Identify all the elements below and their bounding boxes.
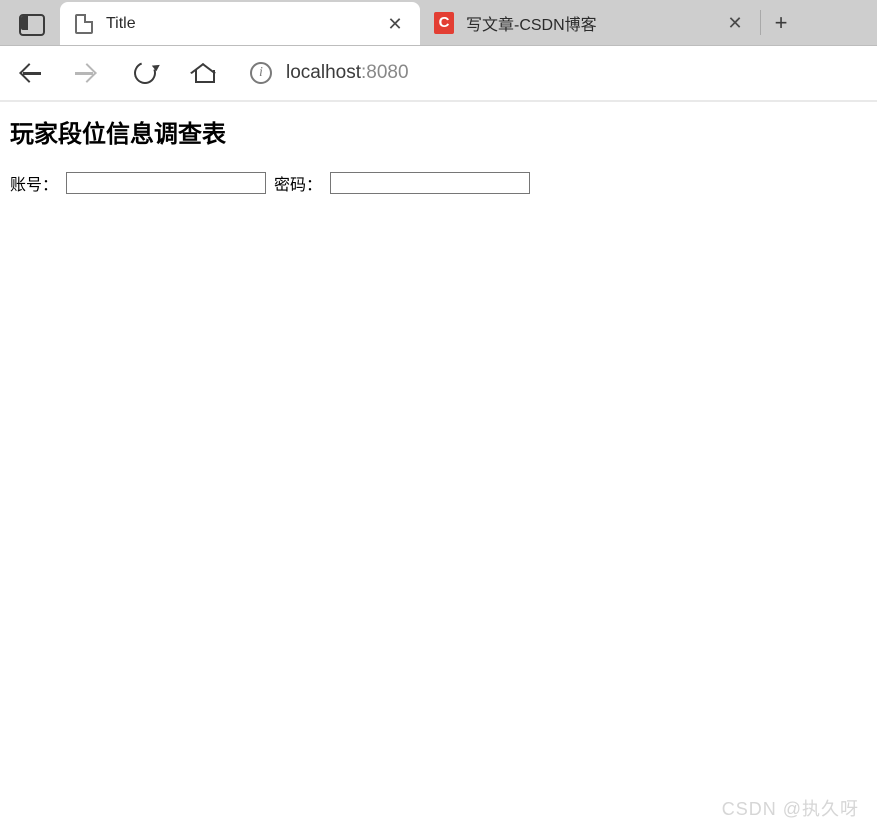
home-icon	[192, 63, 214, 83]
page-icon	[74, 14, 94, 34]
back-button[interactable]	[12, 56, 46, 90]
url-host: localhost	[286, 62, 361, 83]
password-label: 密码：	[274, 171, 322, 195]
close-icon[interactable]: ✕	[724, 14, 746, 32]
plus-icon: +	[775, 10, 788, 36]
browser-toolbar: i localhost:8080	[0, 46, 877, 102]
refresh-icon	[130, 58, 159, 87]
account-input[interactable]	[66, 172, 266, 194]
password-input[interactable]	[330, 172, 530, 194]
new-tab-button[interactable]: +	[761, 0, 801, 45]
tab-title: 写文章-CSDN博客	[466, 11, 712, 35]
tab-inactive[interactable]: C 写文章-CSDN博客 ✕	[420, 0, 760, 45]
tab-actions-icon	[19, 14, 41, 32]
tab-actions-button[interactable]	[0, 0, 60, 45]
close-icon[interactable]: ✕	[384, 15, 406, 33]
account-label: 账号：	[10, 171, 58, 195]
csdn-favicon-icon: C	[434, 13, 454, 33]
page-title: 玩家段位信息调查表	[10, 114, 867, 149]
page-content: 玩家段位信息调查表 账号： 密码：	[0, 102, 877, 207]
arrow-right-icon	[77, 63, 97, 83]
url-text: localhost:8080	[286, 62, 409, 84]
refresh-button[interactable]	[128, 56, 162, 90]
url-port: :8080	[361, 62, 409, 83]
form-row: 账号： 密码：	[10, 171, 867, 195]
tab-title: Title	[106, 15, 372, 33]
arrow-left-icon	[19, 63, 39, 83]
watermark: CSDN @执久呀	[722, 795, 859, 821]
forward-button[interactable]	[70, 56, 104, 90]
site-info-icon[interactable]: i	[250, 62, 272, 84]
address-bar[interactable]: i localhost:8080	[250, 62, 865, 84]
tab-active[interactable]: Title ✕	[60, 2, 420, 45]
browser-titlebar: Title ✕ C 写文章-CSDN博客 ✕ +	[0, 0, 877, 46]
home-button[interactable]	[186, 56, 220, 90]
